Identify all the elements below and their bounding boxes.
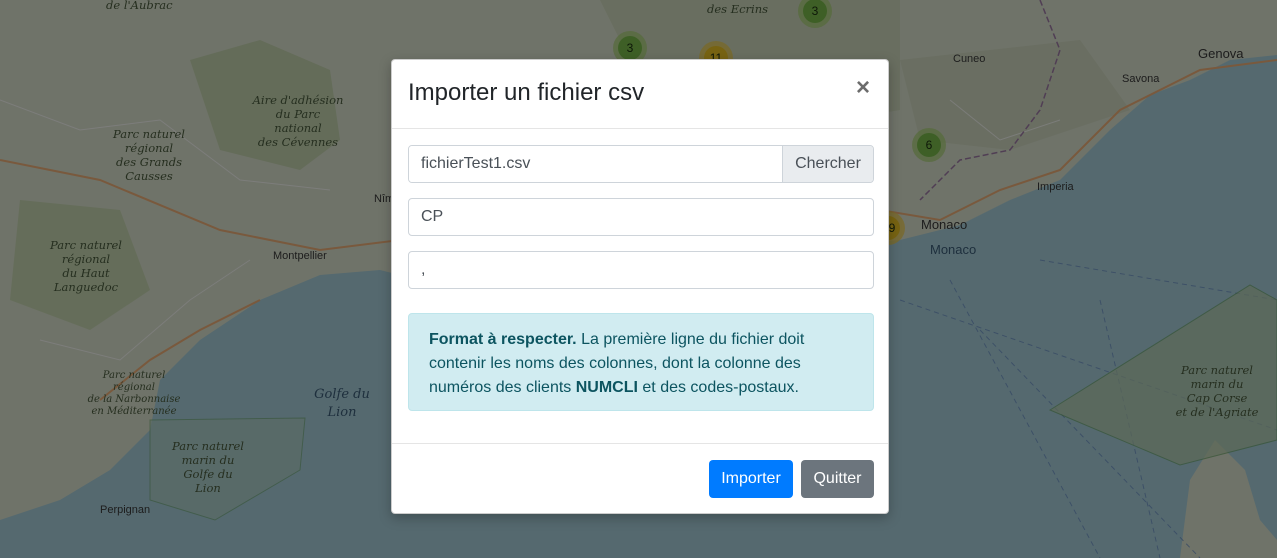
quit-button[interactable]: Quitter (801, 460, 874, 498)
modal-header: Importer un fichier csv × (392, 60, 888, 129)
file-input[interactable]: fichierTest1.csv Chercher (408, 145, 874, 183)
alert-text-2: et des codes-postaux. (637, 379, 799, 396)
modal-title: Importer un fichier csv (408, 79, 645, 106)
alert-strong: Format à respecter. (429, 331, 577, 348)
import-csv-modal: Importer un fichier csv × fichierTest1.c… (391, 59, 889, 514)
browse-button[interactable]: Chercher (782, 146, 873, 182)
format-info-alert: Format à respecter. La première ligne du… (408, 313, 874, 411)
import-button[interactable]: Importer (709, 460, 793, 498)
file-name-field[interactable]: fichierTest1.csv (409, 146, 782, 182)
separator-input[interactable] (408, 251, 874, 289)
close-icon[interactable]: × (853, 76, 873, 100)
column-name-input[interactable] (408, 198, 874, 236)
alert-keyword: NUMCLI (575, 379, 638, 396)
modal-body: fichierTest1.csv Chercher Format à respe… (392, 129, 888, 444)
modal-footer: Importer Quitter (392, 444, 888, 514)
